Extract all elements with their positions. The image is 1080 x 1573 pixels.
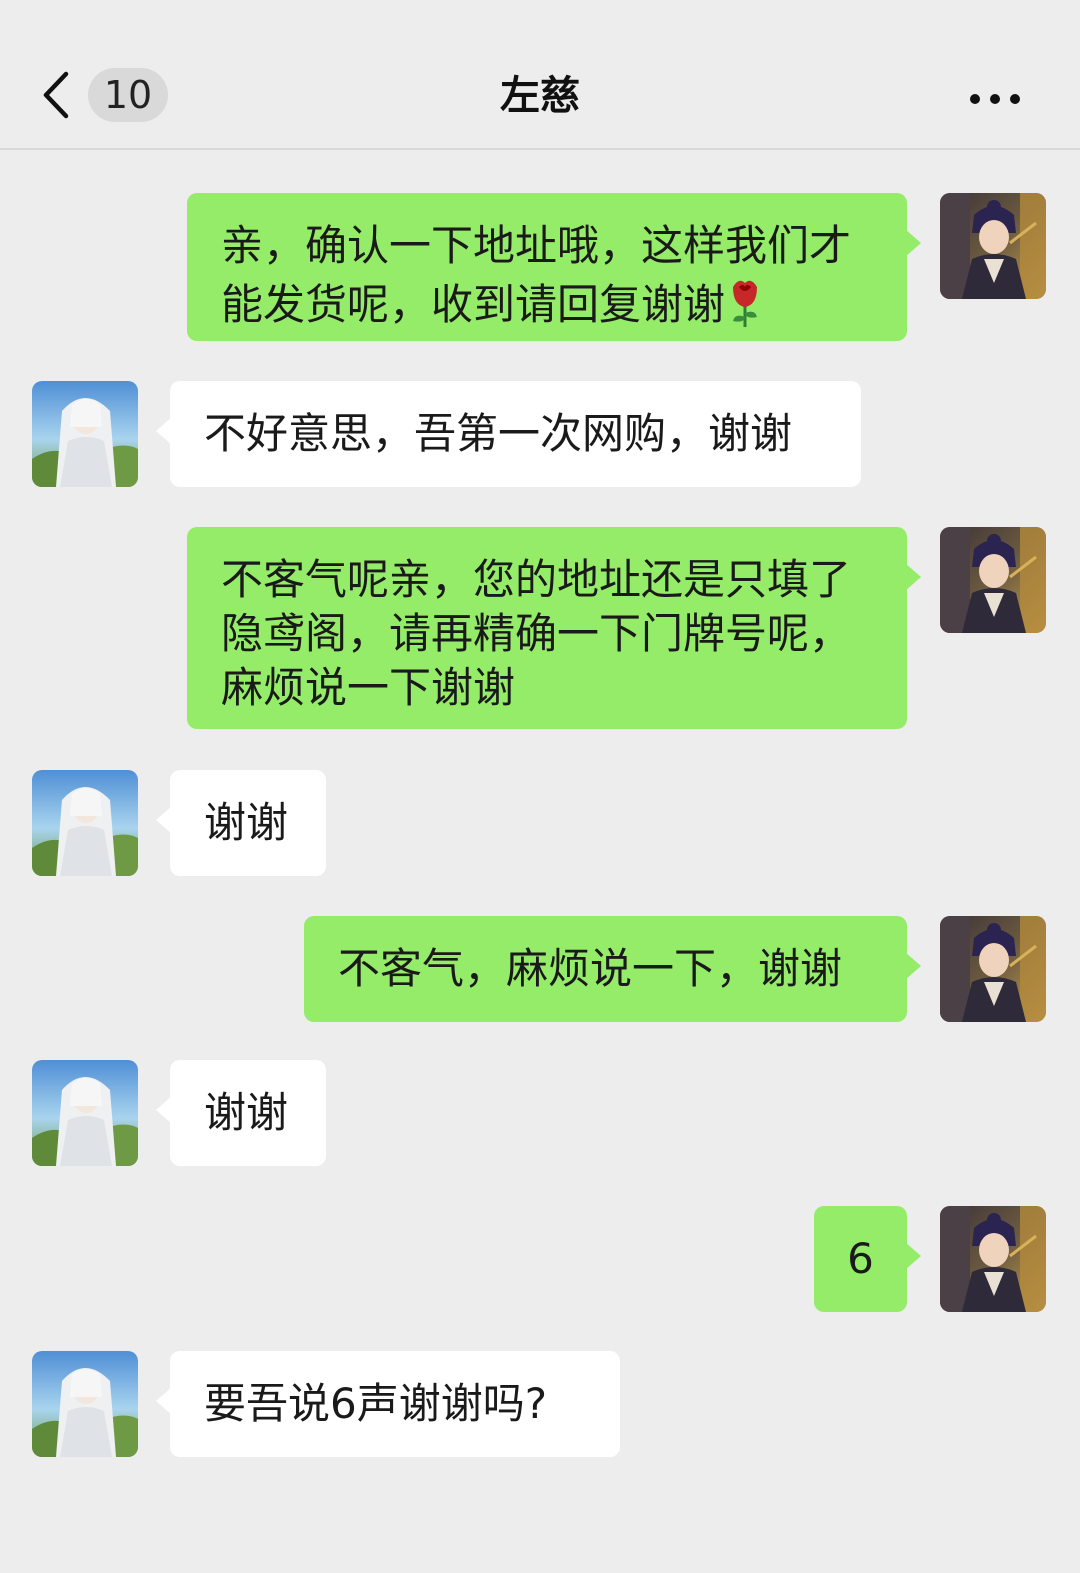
message-text: 要吾说6声谢谢吗? xyxy=(204,1379,548,1428)
message-row: 6 xyxy=(0,1206,1080,1312)
message-row: 谢谢 xyxy=(0,1060,1080,1166)
my-avatar[interactable] xyxy=(940,1206,1046,1312)
message-row: 不客气呢亲，您的地址还是只填了隐鸢阁，请再精确一下门牌号呢，麻烦说一下谢谢 xyxy=(0,527,1080,729)
my-avatar[interactable] xyxy=(940,916,1046,1022)
message-text: 不客气，麻烦说一下，谢谢 xyxy=(338,944,843,993)
chat-title: 左慈 xyxy=(500,73,580,119)
sent-message-bubble[interactable]: 6 xyxy=(814,1206,921,1312)
sent-message-bubble[interactable]: 不客气呢亲，您的地址还是只填了隐鸢阁，请再精确一下门牌号呢，麻烦说一下谢谢 xyxy=(187,527,921,729)
message-text: 不好意思，吾第一次网购，谢谢 xyxy=(204,409,793,458)
message-row: 不客气，麻烦说一下，谢谢 xyxy=(0,916,1080,1022)
message-text: 6 xyxy=(847,1234,874,1283)
chat-header: 10 左慈 xyxy=(0,0,1080,150)
message-text: 谢谢 xyxy=(204,1088,289,1137)
contact-avatar[interactable] xyxy=(32,1351,138,1457)
message-row: 亲，确认一下地址哦，这样我们才能发货呢，收到请回复谢谢 xyxy=(0,193,1080,341)
rose-icon xyxy=(733,280,758,327)
sent-message-bubble[interactable]: 亲，确认一下地址哦，这样我们才能发货呢，收到请回复谢谢 xyxy=(187,193,921,341)
message-row: 谢谢 xyxy=(0,770,1080,876)
message-row: 不好意思，吾第一次网购，谢谢 xyxy=(0,381,1080,487)
received-message-bubble[interactable]: 谢谢 xyxy=(156,770,326,876)
sent-message-bubble[interactable]: 不客气，麻烦说一下，谢谢 xyxy=(304,916,921,1022)
contact-avatar[interactable] xyxy=(32,381,138,487)
message-row: 要吾说6声谢谢吗? xyxy=(0,1351,1080,1457)
received-message-bubble[interactable]: 要吾说6声谢谢吗? xyxy=(156,1351,620,1457)
received-message-bubble[interactable]: 谢谢 xyxy=(156,1060,326,1166)
my-avatar[interactable] xyxy=(940,193,1046,299)
message-text: 不客气呢亲，您的地址还是只填了隐鸢阁，请再精确一下门牌号呢，麻烦说一下谢谢 xyxy=(221,555,852,712)
contact-avatar[interactable] xyxy=(32,770,138,876)
my-avatar[interactable] xyxy=(940,527,1046,633)
message-text: 谢谢 xyxy=(204,798,289,847)
received-message-bubble[interactable]: 不好意思，吾第一次网购，谢谢 xyxy=(156,381,861,487)
more-options-icon[interactable] xyxy=(968,92,1022,106)
contact-avatar[interactable] xyxy=(32,1060,138,1166)
